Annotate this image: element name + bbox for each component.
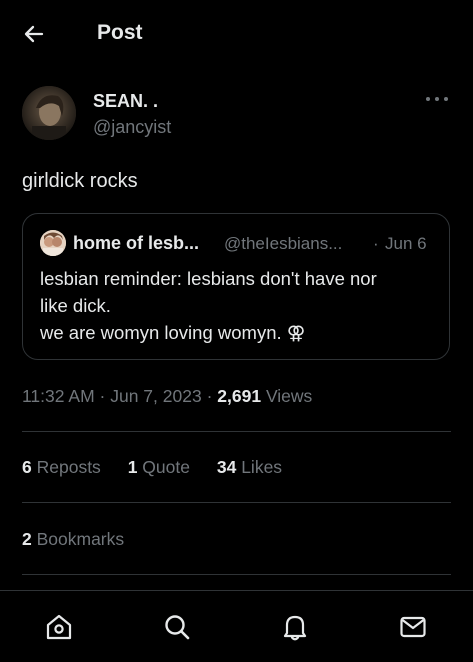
more-dot-icon xyxy=(444,97,448,101)
more-dot-icon xyxy=(426,97,430,101)
quoted-author-handle: @theIesbians... xyxy=(224,234,343,253)
author-handle[interactable]: @jancyist xyxy=(93,117,171,138)
tab-notifications[interactable] xyxy=(273,605,317,649)
top-header: Post xyxy=(0,0,473,68)
divider xyxy=(22,502,451,503)
meta-separator: · xyxy=(99,386,106,406)
quoted-author-avatar xyxy=(40,230,66,256)
quoted-date: Jun 6 xyxy=(385,234,427,253)
post-date[interactable]: Jun 7, 2023 xyxy=(110,386,201,406)
quoted-author-name: home of lesb... xyxy=(73,233,200,253)
likes-label: Likes xyxy=(241,457,283,477)
quotes-label: Quote xyxy=(142,457,190,477)
reposts-stat[interactable]: 6 Reposts xyxy=(22,457,101,477)
quotes-stat[interactable]: 1 Quote xyxy=(128,457,190,477)
quoted-text: lesbian reminder: lesbians don't have no… xyxy=(40,265,440,346)
back-button[interactable] xyxy=(14,16,54,52)
author-name[interactable]: SEAN. . xyxy=(93,91,158,112)
meta-separator: · xyxy=(206,386,213,406)
bookmarks-label: Bookmarks xyxy=(36,529,125,549)
search-icon xyxy=(165,615,190,640)
more-options-button[interactable] xyxy=(424,90,450,108)
post-text: girldick rocks xyxy=(22,170,138,192)
bookmarks-stat[interactable]: 2 Bookmarks xyxy=(22,529,124,550)
quotes-count: 1 xyxy=(127,457,138,477)
quoted-separator: · xyxy=(373,234,379,253)
likes-count: 34 xyxy=(216,457,237,477)
engagement-stats: 6 Reposts 1 Quote 34 Likes xyxy=(22,457,304,478)
post-time[interactable]: 11:32 AM xyxy=(22,386,95,406)
views-label: Views xyxy=(265,386,313,406)
author-avatar[interactable] xyxy=(22,86,76,140)
reposts-label: Reposts xyxy=(36,457,101,477)
tab-home[interactable] xyxy=(37,605,81,649)
reposts-count: 6 xyxy=(22,457,32,477)
quoted-text-line: like dick. xyxy=(40,295,111,316)
views-count: 2,691 xyxy=(217,386,262,406)
notifications-icon xyxy=(283,615,307,641)
divider xyxy=(22,431,451,432)
tab-messages[interactable] xyxy=(391,605,435,649)
quoted-text-line: we are womyn loving womyn. ⚢ xyxy=(40,322,306,343)
quoted-post[interactable]: home of lesb... @theIesbians... · Jun 6 … xyxy=(22,213,450,360)
tab-search[interactable] xyxy=(155,605,199,649)
messages-icon xyxy=(400,616,426,638)
page-title: Post xyxy=(97,21,143,44)
home-icon xyxy=(46,614,72,640)
back-arrow-icon xyxy=(24,25,44,43)
bookmarks-count: 2 xyxy=(22,529,32,549)
likes-stat[interactable]: 34 Likes xyxy=(217,457,282,477)
post-author: SEAN. . @jancyist xyxy=(22,86,452,142)
post-meta: 11:32 AM · Jun 7, 2023 · 2,691 Views xyxy=(22,386,312,407)
quoted-text-line: lesbian reminder: lesbians don't have no… xyxy=(40,268,377,289)
more-dot-icon xyxy=(435,97,439,101)
bottom-tab-bar xyxy=(0,591,473,662)
divider xyxy=(22,574,451,575)
